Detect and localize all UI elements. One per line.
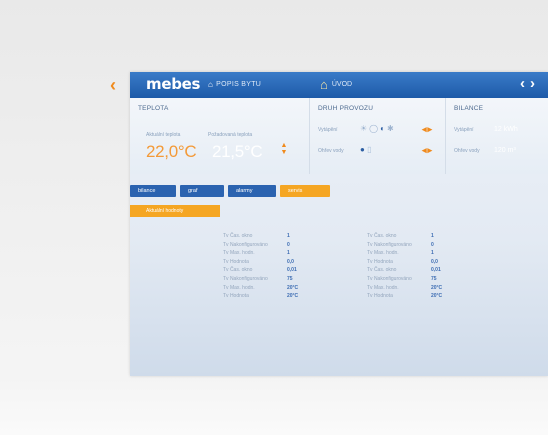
- param-value: 20°C: [431, 284, 443, 291]
- param-label: Tv Hodnota: [223, 293, 249, 300]
- subtab-actual-values[interactable]: Aktuální hodnoty: [130, 205, 220, 217]
- param-value: 1: [287, 233, 290, 239]
- druh-provozu-panel: DRUH PROVOZU Vytápění ☀ ◯ ◐ ✱ ◂▸ Ohřev v…: [310, 98, 446, 174]
- building-icon: ⌂: [208, 80, 214, 89]
- params-list-right: Tv Čas. okno 1 Tv Nakonfigurováno 0 Tv Max…: [367, 232, 477, 301]
- next-arrow-icon[interactable]: ›: [530, 75, 540, 92]
- param-row: Tv Nakonfigurováno 0: [367, 241, 477, 250]
- param-row: Tv Max. hodn. 1: [367, 249, 477, 258]
- water-mode-icons: ● ▯: [360, 145, 371, 154]
- heating-mode-label: Vytápění: [318, 127, 338, 133]
- param-value: 20°C: [287, 284, 299, 291]
- param-label: Tv Max. hodn.: [223, 284, 255, 291]
- param-value: 0,01: [287, 267, 297, 274]
- top-bar: mebes ⌂ POPIS BYTU ⌂ ÚVOD ‹›: [130, 72, 548, 98]
- param-label: Tv Čas. okno: [367, 267, 397, 274]
- tab-alarmy[interactable]: alarmy: [228, 185, 276, 197]
- param-row: Tv Čas. okno 0,01: [367, 266, 477, 275]
- param-row: Tv Max. hodn. 20°C: [367, 284, 477, 293]
- param-row: Tv Hodnota 20°C: [223, 292, 333, 301]
- param-value: 0: [287, 241, 290, 248]
- param-value: 1: [431, 250, 434, 257]
- tap-icon[interactable]: ▯: [367, 145, 371, 154]
- param-label: Tv Nakonfigurováno: [367, 275, 412, 282]
- param-value: 0,0: [431, 258, 438, 265]
- bilance-water-value: 120 m³: [494, 147, 516, 154]
- param-row: Tv Nakonfigurováno 75: [367, 275, 477, 284]
- param-row: Tv Nakonfigurováno 0: [223, 241, 333, 250]
- teplota-title: TEPLOTA: [138, 105, 169, 112]
- param-row: Tv Hodnota 0,0: [223, 258, 333, 267]
- param-value: 1: [431, 233, 434, 239]
- bilance-title: BILANCE: [454, 105, 484, 112]
- mebes-app-window: mebes ⌂ POPIS BYTU ⌂ ÚVOD ‹› TEPLOTA Akt…: [130, 72, 548, 376]
- setpoint-temp-value: 21,5°C: [212, 142, 263, 161]
- param-label: Tv Čas. okno: [223, 233, 253, 239]
- param-label: Tv Max. hodn.: [367, 284, 399, 291]
- mebes-logo: mebes: [146, 75, 201, 93]
- bilance-water-label: Ohřev vody: [454, 148, 480, 154]
- param-row: Tv Max. hodn. 1: [223, 249, 333, 258]
- measured-temp-label: Aktuální teplota: [146, 132, 181, 138]
- params-list-left: Tv Čas. okno 1 Tv Nakonfigurováno 0 Tv Max…: [223, 232, 333, 301]
- mode-circle-icon[interactable]: ◯: [369, 124, 378, 133]
- sun-icon[interactable]: ☀: [360, 124, 367, 133]
- param-value: 75: [431, 275, 437, 282]
- tab-bar: bilance graf alarmy servis: [130, 185, 330, 197]
- tab-graf[interactable]: graf: [180, 185, 224, 197]
- moon-icon[interactable]: ◐: [380, 124, 385, 133]
- param-value: 20°C: [431, 293, 443, 300]
- param-label: Tv Hodnota: [367, 293, 393, 300]
- param-row: Tv Hodnota 0,0: [367, 258, 477, 267]
- param-label: Tv Hodnota: [367, 258, 393, 265]
- page-footer-area: [0, 376, 548, 435]
- water-mode-label: Ohřev vody: [318, 148, 344, 154]
- param-label: Tv Max. hodn.: [367, 250, 399, 257]
- param-row: Tv Max. hodn. 20°C: [223, 284, 333, 293]
- param-label: Tv Čas. okno: [223, 267, 253, 274]
- back-arrow-icon[interactable]: ‹: [110, 76, 116, 94]
- param-row: Tv Čas. okno 1: [223, 232, 333, 241]
- bilance-heating-label: Vytápění: [454, 127, 474, 133]
- param-label: Tv Hodnota: [223, 258, 249, 265]
- setpoint-temp-label: Požadovaná teplota: [208, 132, 253, 138]
- param-row: Tv Čas. okno 0,01: [223, 266, 333, 275]
- temp-down-icon[interactable]: ▼: [280, 149, 288, 156]
- teplota-panel: TEPLOTA Aktuální teplota Požadovaná tepl…: [130, 98, 310, 174]
- param-value: 0,01: [431, 267, 441, 274]
- param-label: Tv Nakonfigurováno: [367, 241, 412, 248]
- param-row: Tv Hodnota 20°C: [367, 292, 477, 301]
- temp-stepper[interactable]: ▲ ▼: [280, 142, 288, 156]
- tab-servis[interactable]: servis: [280, 185, 330, 197]
- param-row: Tv Nakonfigurováno 75: [223, 275, 333, 284]
- house-icon: ⌂: [320, 77, 328, 92]
- param-value: 0: [431, 241, 434, 248]
- druh-provozu-title: DRUH PROVOZU: [318, 105, 374, 112]
- nav-popis-bytu[interactable]: ⌂ POPIS BYTU: [208, 80, 261, 89]
- water-mode-arrows-icon[interactable]: ◂▸: [422, 145, 433, 156]
- param-value: 20°C: [287, 293, 299, 300]
- page-arrows: ‹›: [520, 75, 540, 92]
- tab-bilance[interactable]: bilance: [130, 185, 176, 197]
- nav-home-label: ÚVOD: [331, 81, 353, 88]
- param-value: 75: [287, 275, 293, 282]
- param-value: 1: [287, 250, 290, 257]
- param-label: Tv Nakonfigurováno: [223, 275, 268, 282]
- heating-mode-arrows-icon[interactable]: ◂▸: [422, 124, 433, 135]
- heating-mode-icons: ☀ ◯ ◐ ✱: [360, 124, 394, 133]
- bilance-heating-value: 12 kWh: [494, 126, 518, 133]
- temp-up-icon[interactable]: ▲: [280, 142, 288, 149]
- param-label: Tv Max. hodn.: [223, 250, 255, 257]
- param-row: Tv Čas. okno 1: [367, 232, 477, 241]
- nav-home[interactable]: ⌂ ÚVOD: [320, 77, 352, 92]
- water-drop-icon[interactable]: ●: [360, 145, 365, 154]
- snowflake-icon[interactable]: ✱: [387, 124, 394, 133]
- param-value: 0,0: [287, 258, 294, 265]
- bilance-panel: BILANCE Vytápění 12 kWh Ohřev vody 120 m…: [446, 98, 548, 174]
- nav-popis-bytu-label: POPIS BYTU: [216, 81, 262, 88]
- param-label: Tv Nakonfigurováno: [223, 241, 268, 248]
- measured-temp-value: 22,0°C: [146, 142, 197, 161]
- param-label: Tv Čas. okno: [367, 233, 397, 239]
- prev-arrow-icon[interactable]: ‹: [520, 75, 530, 92]
